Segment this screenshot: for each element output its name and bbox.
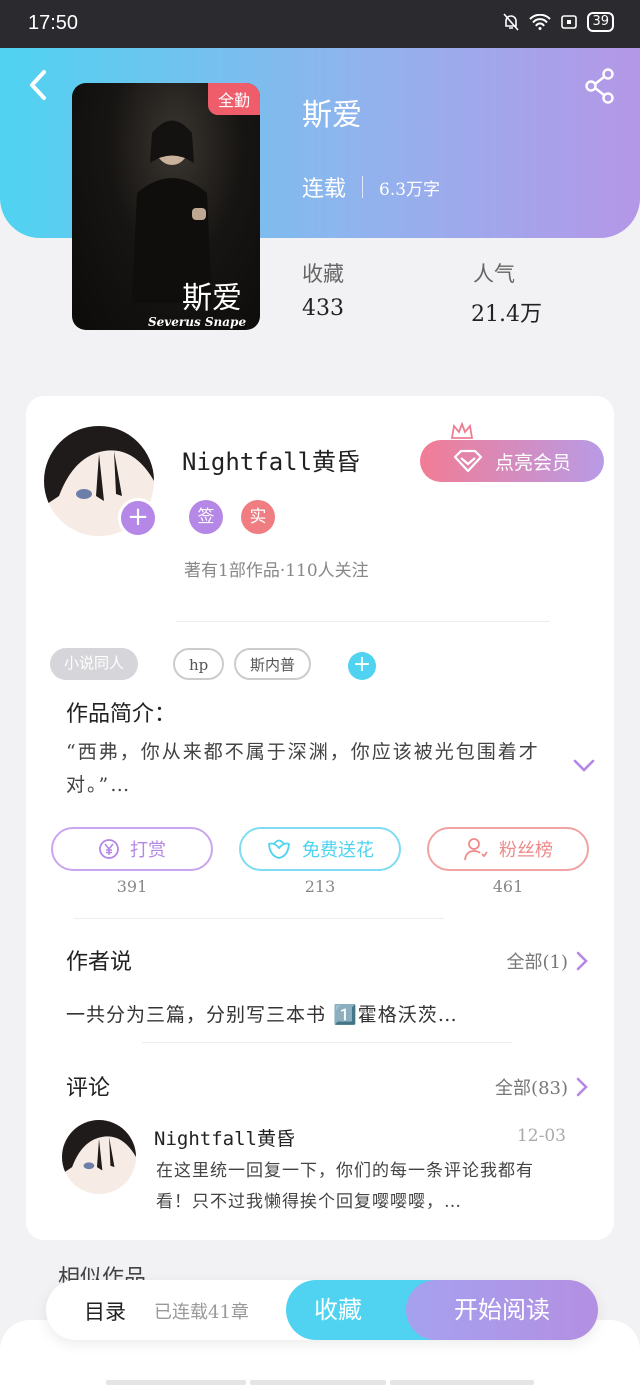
- popularity-label: 人气: [473, 262, 515, 286]
- author-says-title: 作者说: [66, 950, 133, 975]
- vip-member-button[interactable]: 点亮会员: [420, 440, 604, 482]
- book-meta: 连载 6.3万字: [302, 171, 440, 203]
- mute-bell-icon: [503, 13, 520, 31]
- chevron-right-icon: [576, 1077, 588, 1097]
- author-says-more-link[interactable]: 全部(1): [507, 948, 589, 974]
- full-attendance-badge: 全勤: [207, 83, 260, 115]
- tag-snape[interactable]: 斯内普: [234, 648, 312, 680]
- tip-label: 打赏: [130, 840, 166, 861]
- chapter-count: 已连载41章: [154, 1302, 249, 1323]
- intro-title: 作品简介：: [66, 702, 177, 727]
- fan-ranking-button[interactable]: 粉丝榜: [427, 827, 589, 871]
- comments-more-label: 全部(83): [495, 1078, 568, 1099]
- vip-member-label: 点亮会员: [494, 451, 571, 474]
- intro-text[interactable]: “西弗，你从来都不属于深渊，你应该被光包围着才对。”…: [66, 736, 566, 802]
- fan-ranking-count: 461: [492, 877, 524, 896]
- fan-ranking-label: 粉丝榜: [499, 840, 553, 861]
- bottom-action-bar: 目录 已连载41章 收藏 开始阅读: [46, 1280, 598, 1340]
- status-time: 17:50: [28, 12, 79, 34]
- commenter-avatar-illustration: [62, 1120, 136, 1194]
- author-says-more-label: 全部(1): [506, 952, 569, 973]
- favorites-value: 433: [302, 296, 344, 321]
- favorites-label: 收藏: [302, 262, 344, 286]
- author-avatar-wrap[interactable]: +: [44, 426, 158, 538]
- status-bar: 17:50 39: [0, 0, 640, 48]
- tag-hp[interactable]: hp: [173, 648, 225, 680]
- add-tag-button[interactable]: +: [348, 652, 376, 680]
- word-count: 6.3万字: [379, 179, 441, 200]
- author-says-text[interactable]: 一共分为三篇，分别写三本书 1️⃣霍格沃茨…: [66, 1000, 458, 1027]
- book-title: 斯爱: [302, 98, 362, 133]
- commenter-avatar[interactable]: [62, 1120, 136, 1194]
- send-flower-count: 213: [304, 877, 336, 896]
- flower-icon: [268, 839, 290, 859]
- crown-icon: [450, 422, 474, 439]
- table-of-contents-button[interactable]: 目录: [84, 1296, 126, 1326]
- tip-count: 391: [116, 877, 148, 896]
- send-flower-button[interactable]: 免费送花: [239, 827, 401, 871]
- fan-user-icon: [464, 838, 488, 861]
- sim-icon: [561, 15, 578, 29]
- share-icon[interactable]: [584, 68, 616, 104]
- tip-button[interactable]: 打赏: [51, 827, 213, 871]
- yen-coin-icon: [99, 839, 119, 859]
- chevron-right-icon: [576, 951, 588, 971]
- comment-date: 12-03: [516, 1126, 566, 1146]
- cover-title: 斯爱: [182, 281, 242, 316]
- meta-divider: [362, 176, 364, 198]
- author-description: 著有1部作品·110人关注: [184, 561, 369, 581]
- serial-status: 连载: [302, 177, 347, 202]
- back-arrow-icon[interactable]: [26, 68, 50, 102]
- send-flower-label: 免费送花: [302, 840, 374, 861]
- commenter-name[interactable]: Nightfall黄昏: [154, 1124, 295, 1151]
- book-cover[interactable]: 全勤 斯爱 Severus Snape: [72, 83, 260, 330]
- comments-title: 评论: [66, 1076, 111, 1101]
- home-indicator-segment: [250, 1380, 386, 1385]
- status-icons: 39: [503, 12, 614, 32]
- verified-badge: 实: [241, 500, 275, 534]
- follow-author-button[interactable]: +: [118, 498, 158, 538]
- cover-subtitle: Severus Snape: [148, 315, 247, 329]
- section-divider: [142, 1042, 512, 1043]
- comments-more-link[interactable]: 全部(83): [495, 1074, 588, 1100]
- battery-indicator: 39: [587, 12, 614, 32]
- start-reading-button[interactable]: 开始阅读: [406, 1280, 598, 1340]
- section-divider: [176, 621, 550, 622]
- wifi-icon: [529, 14, 552, 30]
- home-indicator-segment: [106, 1380, 246, 1385]
- author-name[interactable]: Nightfall黄昏: [182, 442, 360, 477]
- book-detail-card: + Nightfall黄昏 点亮会员 签 实 著有1部作品·110人关注 小说同…: [26, 396, 614, 1240]
- section-divider: [74, 918, 444, 919]
- diamond-icon: [453, 449, 483, 473]
- home-indicator-segment: [390, 1380, 534, 1385]
- comment-text[interactable]: 在这里统一回复一下，你们的每一条评论我都有看！只不过我懒得挨个回复嘤嘤嘤，…: [156, 1156, 566, 1218]
- chevron-down-icon[interactable]: [572, 758, 596, 774]
- tag-fanfic[interactable]: 小说同人: [50, 648, 139, 680]
- popularity-value: 21.4万: [471, 302, 542, 327]
- signed-badge: 签: [189, 500, 223, 534]
